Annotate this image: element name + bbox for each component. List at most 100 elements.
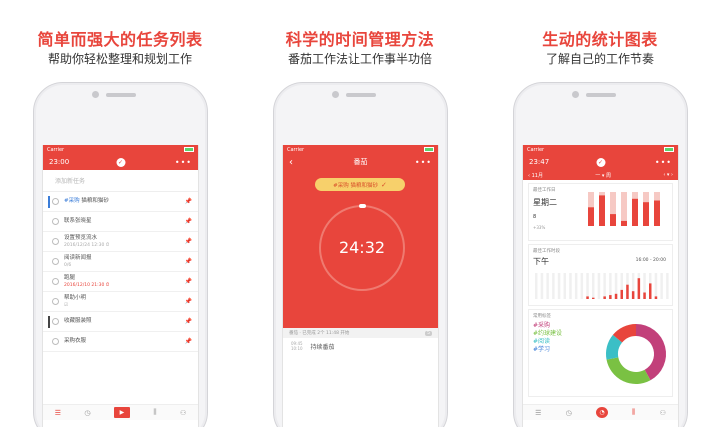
donut-slice (606, 356, 651, 384)
camera (572, 91, 579, 98)
task-checkbox[interactable] (52, 318, 59, 325)
task-checkbox[interactable] (52, 278, 59, 285)
back-button[interactable]: ‹ (289, 157, 293, 168)
weekday-bar (643, 202, 649, 226)
tag-legend-item[interactable]: #阅读 (533, 338, 562, 346)
hour-bar (637, 278, 641, 299)
weekday-bar (610, 214, 616, 226)
pin-icon[interactable]: 📌 (185, 338, 192, 345)
task-row[interactable]: 采购衣服 📌 (43, 332, 198, 352)
pager[interactable]: ‹ ▾ › (663, 172, 673, 178)
pin-icon[interactable]: 📌 (185, 258, 192, 265)
pin-icon[interactable]: 📌 (185, 278, 192, 285)
current-task-pill[interactable]: #采购 猫粮和猫砂 ✓ (315, 178, 405, 191)
panel-statistics: 生动的统计图表 了解自己的工作节奏 Carrier 23:47 ✓ ••• ‹ … (480, 0, 720, 427)
tab-list-icon[interactable]: ☰ (55, 409, 61, 417)
task-row[interactable]: 帮助小明 ☑ 📌 (43, 292, 198, 312)
hour-track (580, 273, 584, 299)
tab-bar: ☰ ◷ ◔ ⫼ ⚇ (523, 404, 678, 420)
log-end-time: 10:10 (291, 346, 303, 351)
weekday-bar (588, 207, 594, 226)
tag-legend: #采购 #约球建设 #阅读 #学习 (533, 322, 562, 354)
card-title: 最佳工作日 (533, 188, 556, 193)
tab-clock-icon[interactable]: ◷ (84, 409, 90, 417)
pin-icon[interactable]: 📌 (185, 238, 192, 245)
subline: 番茄工作法让工作事半功倍 (287, 52, 432, 66)
timer-readout: 24:32 (338, 238, 386, 257)
nav-bar: 23:47 ✓ ••• (523, 154, 678, 170)
task-text: 帮助小明 ☑ (64, 295, 185, 309)
hour-track (574, 273, 578, 299)
tab-list-icon[interactable]: ☰ (535, 409, 541, 417)
task-checkbox[interactable] (52, 258, 59, 265)
task-row[interactable]: 收藏服装照 📌 (43, 312, 198, 332)
subline: 了解自己的工作节奏 (545, 52, 654, 66)
task-color-mark (48, 276, 50, 288)
task-row[interactable]: 设置预览流水 2016/12/24 12:30 ⏱ 📌 (43, 232, 198, 252)
week-selector[interactable]: 一 ▾ 周 (595, 172, 611, 179)
task-color-mark (48, 195, 50, 208)
task-checkbox[interactable] (52, 338, 59, 345)
hour-track (563, 273, 566, 299)
app-logo-icon[interactable]: ✓ (596, 157, 605, 167)
tab-stats-icon[interactable]: ⫼ (632, 408, 635, 417)
period-selector: ‹ 11月 一 ▾ 周 ‹ ▾ › (523, 170, 678, 180)
clock-label: 23:47 (529, 158, 550, 166)
task-row[interactable]: 阅读新闻报 0/6 📌 (43, 252, 198, 272)
status-bar: Carrier (43, 145, 198, 154)
pin-icon[interactable]: 📌 (185, 298, 192, 305)
pin-icon[interactable]: 📌 (185, 198, 192, 205)
battery-icon (184, 147, 194, 152)
task-checkbox[interactable] (52, 238, 59, 245)
tab-stats-icon[interactable]: ⫼ (153, 408, 156, 417)
donut-slice (606, 334, 623, 360)
tab-timer-button[interactable]: ◔ (595, 407, 608, 418)
task-text: 阅读新闻报 0/6 (64, 255, 185, 269)
tab-play-button[interactable]: ▶ (113, 407, 130, 418)
month-selector[interactable]: ‹ 11月 (528, 172, 543, 179)
task-checkbox[interactable] (52, 198, 59, 205)
tab-profile-icon[interactable]: ⚇ (660, 409, 666, 417)
hour-bar (649, 283, 652, 299)
camera (92, 91, 99, 98)
weekday-chart (588, 192, 660, 226)
tag-legend-item[interactable]: #学习 (533, 346, 562, 354)
task-title: 采购衣服 (64, 338, 87, 344)
task-text: #采购 猫粮和猫砂 (64, 198, 185, 205)
pin-icon[interactable]: 📌 (185, 318, 192, 325)
log-row[interactable]: 09:45 10:10 持续番茄 (283, 338, 438, 354)
tag-legend-item[interactable]: #约球建设 (533, 330, 562, 338)
timer-area: #采购 猫粮和猫砂 ✓ 24:32 (283, 170, 438, 328)
hour-bar (592, 297, 595, 299)
best-day-value: 星期二 (533, 198, 557, 207)
task-color-mark (48, 256, 50, 268)
speaker (346, 93, 376, 97)
hour-track (557, 273, 561, 299)
task-row[interactable]: 跑腿 2016/12/10 21:30 ⏱ 📌 (43, 272, 198, 292)
task-row[interactable]: #采购 猫粮和猫砂 📌 (43, 192, 198, 212)
tag-legend-item[interactable]: #采购 (533, 322, 562, 330)
task-row[interactable]: 联系张晓星 📌 (43, 212, 198, 232)
task-tag: #采购 (64, 198, 80, 204)
panel-task-list: 简单而强大的任务列表 帮助你轻松整理和规划工作 Carrier 23:00 ✓ … (0, 0, 240, 427)
tab-profile-icon[interactable]: ⚇ (180, 409, 186, 417)
task-checkbox[interactable] (52, 218, 59, 225)
pin-icon[interactable]: 📌 (185, 218, 192, 225)
hour-track (540, 273, 544, 299)
hour-track (660, 273, 663, 299)
add-task-input[interactable]: 添加新任务 (43, 170, 198, 192)
app-logo-icon[interactable]: ✓ (116, 157, 125, 167)
tab-clock-icon[interactable]: ◷ (566, 409, 572, 417)
nav-bar: 23:00 ✓ ••• (43, 154, 198, 170)
check-icon[interactable]: ✓ (381, 181, 387, 189)
screen: Carrier 23:00 ✓ ••• 添加新任务 #采购 猫粮和猫砂 📌 联系张晓… (42, 145, 199, 427)
task-subtitle: 2016/12/10 21:30 ⏱ (64, 282, 110, 288)
task-pill-label: #采购 猫粮和猫砂 (333, 182, 378, 189)
task-checkbox[interactable] (52, 298, 59, 305)
weekday-bar (632, 198, 638, 226)
more-button[interactable]: ••• (415, 158, 432, 167)
more-button[interactable]: ••• (175, 158, 192, 167)
hour-track (603, 273, 606, 299)
task-text: 采购衣服 (64, 338, 185, 345)
more-button[interactable]: ••• (655, 158, 672, 167)
